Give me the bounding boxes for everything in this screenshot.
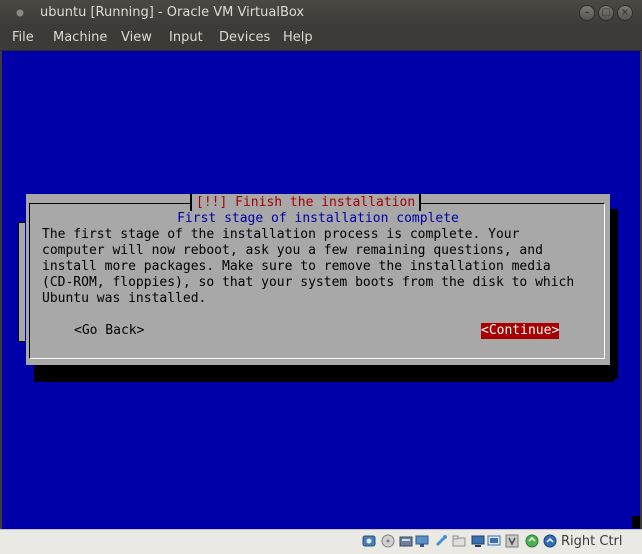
body-line-4: (CD-ROM, floppies), so that your system … [42,275,575,290]
display-icon[interactable] [471,534,485,548]
minimize-icon: – [584,7,590,18]
menu-file[interactable]: File [12,26,34,50]
background-dialog-edge [18,222,25,342]
close-icon: × [620,7,630,18]
body-line-5: Ubuntu was installed. [42,291,207,306]
window-title: ubuntu [Running] - Oracle VM VirtualBox [40,5,305,20]
shared-folders-icon[interactable] [452,534,466,548]
menu-bar: File Machine View Input Devices Help [0,26,642,51]
optical-drive-icon[interactable] [381,534,395,548]
menu-help[interactable]: Help [283,26,313,50]
menu-devices[interactable]: Devices [219,26,270,50]
network-icon[interactable] [415,534,429,548]
menu-machine[interactable]: Machine [53,26,107,50]
close-button[interactable]: × [617,5,633,21]
keyboard-icon[interactable] [543,534,557,548]
usb-icon[interactable] [434,534,448,548]
body-line-1: The first stage of the installation proc… [42,227,520,242]
installer-dialog: [!!] Finish the installation First stage… [26,194,610,365]
body-line-3: install more packages. Make sure to remo… [42,259,551,274]
hard-disk-icon[interactable] [362,534,376,548]
body-line-2: computer will now reboot, ask you a few … [42,243,543,258]
dialog-shadow [34,365,614,382]
maximize-icon: □ [601,7,611,18]
virtualization-icon[interactable] [505,534,519,548]
audio-icon[interactable] [399,534,413,548]
menu-input[interactable]: Input [169,26,203,50]
continue-button[interactable]: <Continue> [481,323,560,339]
window-menu-icon[interactable] [15,8,25,18]
host-key-label: Right Ctrl [561,534,623,549]
video-capture-icon[interactable] [487,534,501,548]
menu-view[interactable]: View [121,26,152,50]
dialog-shadow-right [610,209,618,379]
dialog-title: [!!] Finish the installation [190,194,422,211]
mouse-integration-icon[interactable] [525,534,539,548]
vm-display[interactable]: [!!] Finish the installation First stage… [2,51,640,529]
status-bar: Right Ctrl [0,529,642,554]
dialog-subtitle: First stage of installation complete [177,211,459,226]
title-bar: ubuntu [Running] - Oracle VM VirtualBox … [0,0,642,26]
go-back-button[interactable]: <Go Back> [74,323,144,339]
maximize-button[interactable]: □ [598,5,614,21]
screen-corner [632,516,640,528]
minimize-button[interactable]: – [579,5,595,21]
